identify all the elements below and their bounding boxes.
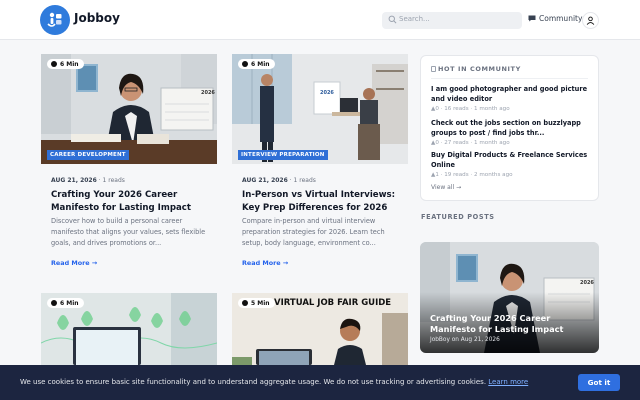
hot-community-panel: HOT IN COMMUNITY I am good photographer … (420, 55, 599, 201)
logo-mark-icon (47, 12, 62, 27)
search-icon (388, 15, 397, 24)
article-card[interactable]: VIRTUAL JOB FAIR GUIDE 5 Min (232, 293, 408, 365)
got-it-button[interactable]: Got it (578, 374, 620, 391)
community-item[interactable]: Check out the jobs section on buzzlyapp … (431, 118, 591, 146)
community-item[interactable]: I am good photographer and good picture … (431, 84, 591, 112)
image-year-text: 2026 (320, 90, 334, 96)
community-item-title[interactable]: Check out the jobs section on buzzlyapp … (431, 118, 591, 138)
community-link[interactable]: Community (528, 14, 582, 23)
article-card[interactable]: 2026 6 Min INTERVIEW PREPARATION AUG 21,… (232, 54, 408, 274)
community-item-votes: 0 (435, 140, 439, 146)
read-time-badge: 6 Min (238, 59, 275, 69)
article-meta: AUG 21, 2026 · 1 reads (242, 177, 316, 184)
image-heading: VIRTUAL JOB FAIR GUIDE (274, 298, 392, 308)
read-more-link[interactable]: Read More → (242, 259, 288, 267)
community-item-meta: ▲0 · 16 reads · 1 month ago (431, 106, 510, 112)
featured-post-title[interactable]: Crafting Your 2026 Career Manifesto for … (430, 313, 592, 335)
fire-icon (431, 66, 436, 72)
article-image[interactable]: 2026 6 Min INTERVIEW PREPARATION (232, 54, 408, 164)
image-year-text: 2026 (580, 280, 594, 286)
article-card[interactable]: 2026 6 Min CAREER DEVELOPMENT AUG 21, 20… (41, 54, 217, 274)
article-image[interactable]: 2026 6 Min CAREER DEVELOPMENT (41, 54, 217, 164)
cookie-text: We use cookies to ensure basic site func… (20, 378, 487, 386)
community-item-meta: ▲0 · 27 reads · 1 month ago (431, 140, 510, 146)
read-time-badge: 6 Min (47, 298, 84, 308)
clock-icon (242, 300, 248, 306)
read-time: 6 Min (60, 60, 79, 68)
community-item-reads: 27 reads (444, 140, 469, 146)
cookie-banner: We use cookies to ensure basic site func… (0, 365, 640, 400)
article-meta: AUG 21, 2026 · 1 reads (51, 177, 125, 184)
featured-post-card[interactable]: 2026 Crafting Your 2026 Career Manifesto… (420, 242, 599, 353)
search-placeholder: Search... (399, 15, 430, 23)
clock-icon (242, 61, 248, 67)
read-time: 5 Min (251, 299, 270, 307)
learn-more-link[interactable]: Learn more (488, 378, 528, 386)
brand-name[interactable]: Jobboy (74, 11, 120, 25)
community-item-meta: ▲1 · 19 reads · 2 months ago (431, 172, 513, 178)
view-all-link[interactable]: View all → (431, 184, 461, 191)
clock-icon (51, 300, 57, 306)
site-header: Jobboy Search... Community (0, 0, 640, 40)
article-title[interactable]: In-Person vs Virtual Interviews: Key Pre… (242, 189, 404, 214)
read-time-badge: 5 Min (238, 298, 275, 308)
article-date: AUG 21, 2026 (242, 177, 288, 184)
community-item-reads: 16 reads (444, 106, 469, 112)
community-item-time: 2 months ago (473, 172, 513, 178)
read-time: 6 Min (251, 60, 270, 68)
article-excerpt: Compare in-person and virtual interview … (242, 217, 385, 247)
divider (431, 78, 588, 79)
read-more-link[interactable]: Read More → (51, 259, 97, 267)
community-item-votes: 0 (435, 106, 439, 112)
search-box[interactable]: Search... (382, 12, 522, 29)
user-icon (586, 16, 595, 25)
community-label: Community (539, 14, 583, 23)
hot-community-title: HOT IN COMMUNITY (431, 65, 521, 73)
article-card[interactable]: 6 Min (41, 293, 217, 365)
hot-community-heading: HOT IN COMMUNITY (438, 65, 521, 73)
image-year-text: 2026 (201, 90, 215, 96)
community-item-time: 1 month ago (473, 106, 510, 112)
community-item-votes: 1 (435, 172, 439, 178)
read-time-badge: 6 Min (47, 59, 84, 69)
category-badge[interactable]: CAREER DEVELOPMENT (47, 150, 129, 160)
community-item-title[interactable]: Buy Digital Products & Freelance Service… (431, 150, 591, 170)
community-item-title[interactable]: I am good photographer and good picture … (431, 84, 591, 104)
community-item[interactable]: Buy Digital Products & Freelance Service… (431, 150, 591, 178)
chat-icon (528, 15, 536, 22)
cookie-message: We use cookies to ensure basic site func… (20, 378, 528, 386)
featured-posts-heading: FEATURED POSTS (421, 213, 495, 221)
featured-post-meta: JobBoy on Aug 21, 2026 (430, 337, 500, 343)
article-reads: 1 reads (102, 177, 125, 184)
article-date: AUG 21, 2026 (51, 177, 97, 184)
user-menu-button[interactable] (582, 12, 599, 29)
article-reads: 1 reads (293, 177, 316, 184)
article-image[interactable]: VIRTUAL JOB FAIR GUIDE 5 Min (232, 293, 408, 365)
community-item-reads: 19 reads (444, 172, 469, 178)
community-item-time: 1 month ago (473, 140, 510, 146)
jobboy-logo[interactable] (40, 5, 70, 35)
category-badge[interactable]: INTERVIEW PREPARATION (238, 150, 328, 160)
article-excerpt: Discover how to build a personal career … (51, 217, 206, 247)
article-image[interactable]: 6 Min (41, 293, 217, 365)
read-time: 6 Min (60, 299, 79, 307)
article-title[interactable]: Crafting Your 2026 Career Manifesto for … (51, 189, 213, 214)
clock-icon (51, 61, 57, 67)
